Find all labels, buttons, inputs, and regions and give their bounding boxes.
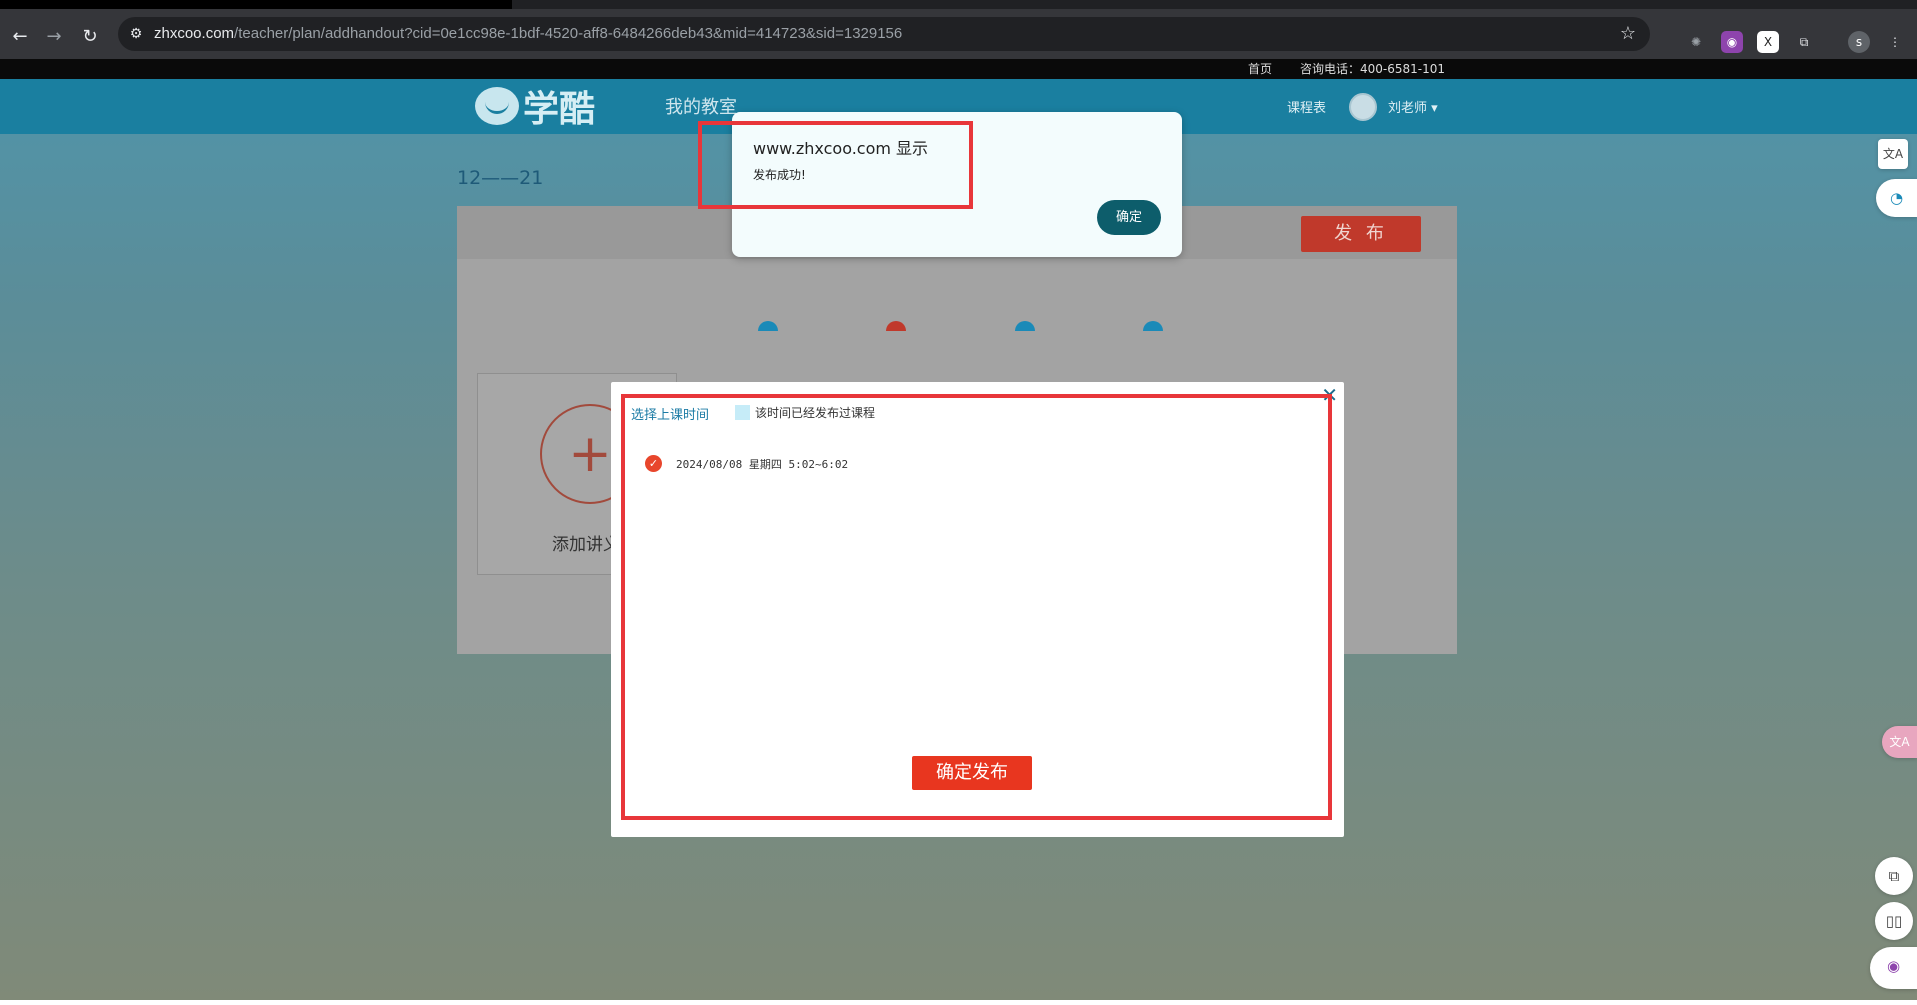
nav-my-classroom[interactable]: 我的教室 (665, 93, 737, 119)
menu-kebab-icon[interactable]: ⋮ (1884, 31, 1906, 53)
check-icon[interactable]: ✓ (645, 455, 662, 472)
add-handout-label: 添加讲义 (552, 535, 620, 555)
legend-swatch (735, 405, 750, 420)
back-icon[interactable]: ← (7, 24, 33, 50)
page-bottom-edge (0, 1000, 1917, 1005)
user-menu[interactable]: 刘老师 ▾ (1388, 97, 1438, 116)
site-info-icon[interactable]: ⚙ (126, 24, 146, 44)
phone-text: 咨询电话：400-6581-101 (1300, 62, 1446, 76)
nav-schedule[interactable]: 课程表 (1287, 97, 1326, 116)
logo-bubble-icon (475, 87, 519, 125)
address-bar[interactable]: ⚙ zhxcoo.com/teacher/plan/addhandout?cid… (118, 17, 1650, 51)
screenshot-translate-icon[interactable]: ⧉ (1875, 857, 1913, 895)
page: 首页 咨询电话：400-6581-101 学酷 我的教室 课程表 刘老师 ▾ 1… (0, 59, 1917, 1005)
reader-icon[interactable]: ▯▯ (1875, 902, 1913, 940)
active-tab[interactable] (0, 0, 512, 9)
tab-strip (0, 0, 1917, 9)
logo-text: 学酷 (523, 89, 596, 130)
profile-avatar-icon[interactable]: s (1848, 31, 1870, 53)
alert-ok-button[interactable]: 确定 (1097, 200, 1161, 235)
extension-x-icon[interactable]: X (1757, 31, 1779, 53)
top-strip: 首页 咨询电话：400-6581-101 (0, 59, 1917, 79)
select-time-tab[interactable]: 选择上课时间 (631, 404, 709, 423)
bookmark-star-icon[interactable]: ☆ (1620, 17, 1636, 51)
publish-button[interactable]: 发 布 (1301, 216, 1421, 252)
url-text[interactable]: zhxcoo.com/teacher/plan/addhandout?cid=0… (154, 17, 902, 51)
extensions-puzzle-icon[interactable]: ⧉ (1793, 31, 1815, 53)
time-slot-text[interactable]: 2024/08/08 星期四 5:02~6:02 (676, 456, 848, 472)
highlight-box (698, 121, 973, 209)
plan-title: 12——21 (457, 167, 544, 189)
user-avatar-icon[interactable] (1349, 93, 1377, 121)
reload-icon[interactable]: ↻ (77, 24, 103, 50)
extension-gear-icon[interactable]: ✺ (1685, 31, 1707, 53)
translate-icon[interactable]: 文A (1878, 139, 1908, 169)
home-link[interactable]: 首页 (1248, 61, 1272, 77)
brain-icon[interactable]: ◉ (1870, 947, 1917, 989)
legend-text: 该时间已经发布过课程 (755, 406, 876, 420)
select-time-modal: ✕ 选择上课时间 该时间已经发布过课程 ✓ 2024/08/08 星期四 5:0… (611, 382, 1344, 837)
site-logo[interactable]: 学酷 (475, 83, 596, 130)
browser-toolbar: ← → ↻ ⚙ zhxcoo.com/teacher/plan/addhando… (0, 9, 1917, 59)
forward-icon[interactable]: → (41, 24, 67, 50)
assistant-icon[interactable]: ◔ (1876, 179, 1917, 217)
confirm-publish-button[interactable]: 确定发布 (912, 756, 1032, 790)
translate-float-icon[interactable]: 文A (1882, 726, 1917, 758)
tab-strip-empty (512, 0, 1917, 9)
extension-brain-icon[interactable]: ◉ (1721, 31, 1743, 53)
